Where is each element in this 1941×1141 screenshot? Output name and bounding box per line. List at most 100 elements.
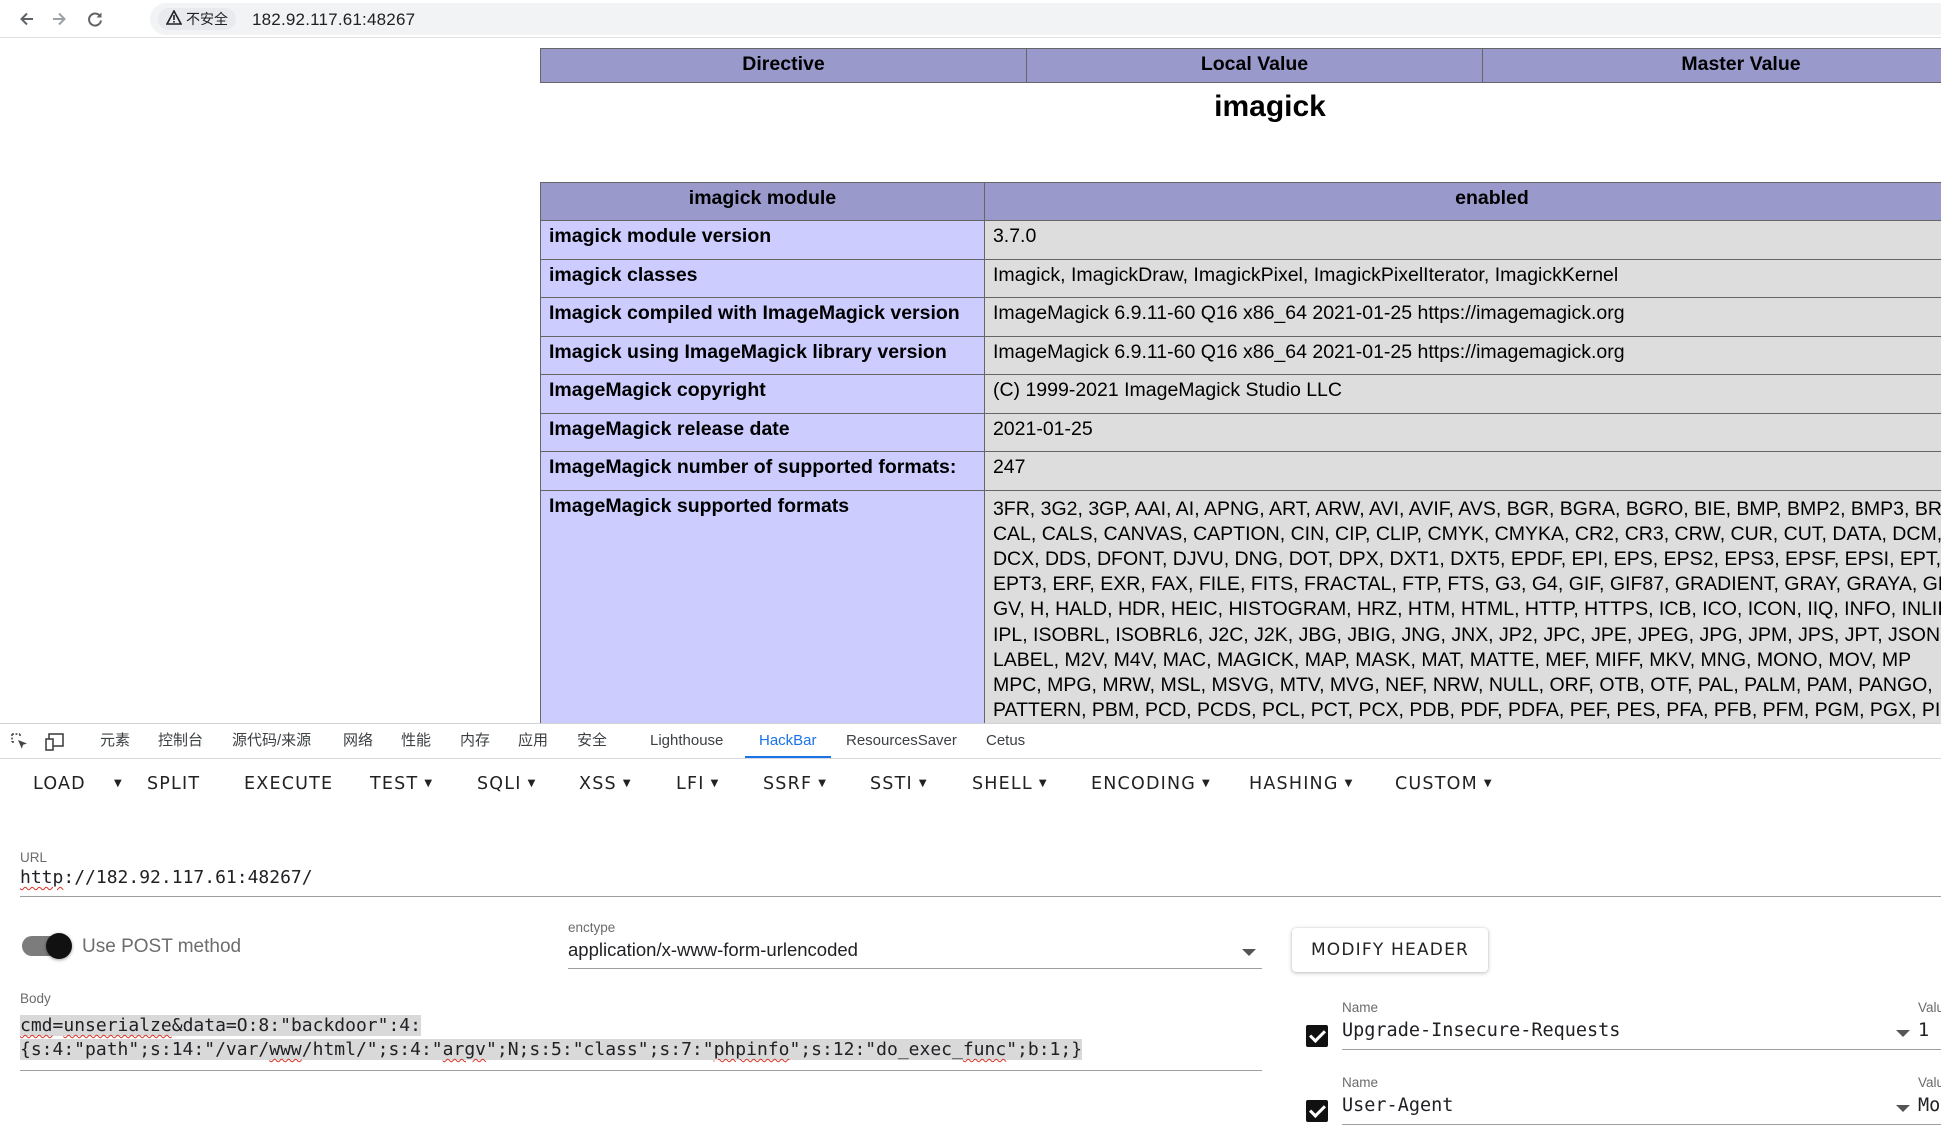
ssrf-label: SSRF <box>763 774 813 794</box>
header-name-select[interactable]: User-Agent <box>1342 1095 1920 1125</box>
formats-line: GV, H, HALD, HDR, HEIC, HISTOGRAM, HRZ, … <box>992 598 1941 621</box>
shell-menu[interactable]: SHELL ▼ <box>972 774 1048 794</box>
formats-line: PATTERN, PBM, PCD, PCDS, PCL, PCT, PCX, … <box>992 699 1941 722</box>
tab-console[interactable]: 控制台 <box>158 724 203 758</box>
imagick-table: imagick module enabled imagick module ve… <box>540 182 1941 723</box>
caret-down-icon: ▼ <box>1038 778 1048 789</box>
load-button[interactable]: LOAD <box>33 774 86 794</box>
directive-header-table: Directive Local Value Master Value <box>540 48 1941 83</box>
modify-header-button[interactable]: MODIFY HEADER <box>1292 928 1488 972</box>
module-header-right: enabled <box>983 182 1941 221</box>
header-name-label: Name <box>1342 1075 1379 1090</box>
tab-application[interactable]: 应用 <box>518 724 548 758</box>
local-value-header: Local Value <box>1026 48 1483 83</box>
ssti-menu[interactable]: SSTI ▼ <box>870 774 928 794</box>
header-value-input[interactable]: Mo <box>1918 1095 1941 1125</box>
url-scheme: http <box>20 867 64 888</box>
directive-name: imagick module version <box>540 220 985 260</box>
enctype-select[interactable]: application/x-www-form-urlencoded <box>568 939 1262 969</box>
body-text: ";N;s:5:"class";s:7:" <box>486 1039 714 1060</box>
back-arrow-icon[interactable] <box>15 7 39 31</box>
hashing-label: HASHING <box>1249 774 1339 794</box>
body-textarea[interactable]: cmd=unserialze&data=O:8:"backdoor":4: {s… <box>20 1014 1262 1071</box>
body-word: cmd <box>20 1015 53 1036</box>
lfi-menu[interactable]: LFI ▼ <box>676 774 719 794</box>
tab-sources[interactable]: 源代码/来源 <box>232 724 311 758</box>
tab-performance[interactable]: 性能 <box>401 724 431 758</box>
load-menu-button[interactable]: ▼ <box>108 774 123 794</box>
header-enabled-checkbox[interactable] <box>1306 1100 1328 1122</box>
tab-cetus[interactable]: Cetus <box>986 724 1025 758</box>
header-enabled-checkbox[interactable] <box>1306 1025 1328 1047</box>
body-word: argv <box>442 1039 487 1060</box>
formats-value: 3FR, 3G2, 3GP, AAI, AI, APNG, ART, ARW, … <box>983 489 1941 723</box>
formats-line: MPC, MPG, MRW, MSL, MSVG, MTV, MVG, NEF,… <box>992 673 1933 696</box>
xss-label: XSS <box>579 774 617 794</box>
tab-memory[interactable]: 内存 <box>460 724 490 758</box>
address-text[interactable]: 182.92.117.61:48267 <box>252 10 415 30</box>
table-row: ImageMagick supported formats 3FR, 3G2, … <box>540 489 1941 723</box>
table-row: Imagick compiled with ImageMagick versio… <box>540 297 1941 337</box>
tab-lighthouse[interactable]: Lighthouse <box>650 724 723 758</box>
inspect-element-icon[interactable] <box>10 732 30 752</box>
toggle-knob <box>46 933 72 959</box>
custom-menu[interactable]: CUSTOM ▼ <box>1395 774 1493 794</box>
execute-button[interactable]: EXECUTE <box>244 774 333 794</box>
dropdown-arrow-icon <box>1242 949 1256 956</box>
caret-down-icon: ▼ <box>527 778 537 789</box>
table-row: Imagick using ImageMagick library versio… <box>540 335 1941 375</box>
tab-network[interactable]: 网络 <box>343 724 373 758</box>
directive-value: ImageMagick 6.9.11-60 Q16 x86_64 2021-01… <box>983 335 1941 375</box>
sqli-label: SQLI <box>477 774 522 794</box>
enctype-label: enctype <box>568 920 616 935</box>
body-word: www <box>269 1039 302 1060</box>
url-input[interactable]: http://182.92.117.61:48267/ <box>20 867 1941 897</box>
header-value-label: Valu <box>1918 1000 1941 1015</box>
body-line: {s:4:"path";s:14:"/var/www/html/";s:4:"a… <box>20 1038 1262 1062</box>
post-method-toggle[interactable] <box>22 933 72 959</box>
body-word: unserialze <box>63 1015 172 1036</box>
tab-elements[interactable]: 元素 <box>100 724 130 758</box>
ssti-label: SSTI <box>870 774 913 794</box>
header-name-select[interactable]: Upgrade-Insecure-Requests <box>1342 1020 1920 1050</box>
enctype-value: application/x-www-form-urlencoded <box>568 939 858 960</box>
tab-hackbar[interactable]: HackBar <box>745 724 831 758</box>
body-text: ";b:1;} <box>1006 1039 1083 1060</box>
tab-resourcessaver[interactable]: ResourcesSaver <box>846 724 957 758</box>
master-value-header: Master Value <box>1482 48 1941 83</box>
hashing-menu[interactable]: HASHING ▼ <box>1249 774 1354 794</box>
split-button[interactable]: SPLIT <box>147 774 200 794</box>
url-label: URL <box>20 850 48 865</box>
url-rest: ://182.92.117.61:48267/ <box>63 867 313 888</box>
shell-label: SHELL <box>972 774 1033 794</box>
forward-arrow-icon[interactable] <box>47 7 71 31</box>
tab-security[interactable]: 安全 <box>577 724 607 758</box>
header-name-value: User-Agent <box>1342 1095 1454 1116</box>
phpinfo-page: Directive Local Value Master Value imagi… <box>0 38 1941 723</box>
address-bar[interactable]: 不安全 182.92.117.61:48267 <box>150 3 1941 35</box>
warning-triangle-icon <box>165 9 183 28</box>
directive-name: ImageMagick release date <box>540 412 985 452</box>
xss-menu[interactable]: XSS ▼ <box>579 774 632 794</box>
devtools-tab-bar: 元素 控制台 源代码/来源 网络 性能 内存 应用 安全 Lighthouse … <box>0 724 1941 759</box>
encoding-menu[interactable]: ENCODING ▼ <box>1091 774 1211 794</box>
reload-icon[interactable] <box>83 7 107 31</box>
directive-value: ImageMagick 6.9.11-60 Q16 x86_64 2021-01… <box>983 297 1941 337</box>
directive-value: Imagick, ImagickDraw, ImagickPixel, Imag… <box>983 258 1941 298</box>
directive-value: 3.7.0 <box>983 220 1941 260</box>
caret-down-icon: ▼ <box>818 778 828 789</box>
formats-line: DCX, DDS, DFONT, DJVU, DNG, DOT, DPX, DX… <box>992 547 1941 570</box>
sqli-menu[interactable]: SQLI ▼ <box>477 774 536 794</box>
formats-line: 3FR, 3G2, 3GP, AAI, AI, APNG, ART, ARW, … <box>992 497 1941 520</box>
header-name-label: Name <box>1342 1000 1379 1015</box>
directive-value: 2021-01-25 <box>983 412 1941 452</box>
security-chip[interactable]: 不安全 <box>158 8 236 30</box>
device-toolbar-icon[interactable] <box>45 732 65 752</box>
custom-label: CUSTOM <box>1395 774 1478 794</box>
header-value-input[interactable]: 1 <box>1918 1020 1941 1050</box>
body-text: = <box>52 1015 64 1036</box>
test-menu[interactable]: TEST ▼ <box>370 774 433 794</box>
table-row: imagick module version 3.7.0 <box>540 220 1941 260</box>
ssrf-menu[interactable]: SSRF ▼ <box>763 774 827 794</box>
caret-down-icon: ▼ <box>114 778 123 789</box>
